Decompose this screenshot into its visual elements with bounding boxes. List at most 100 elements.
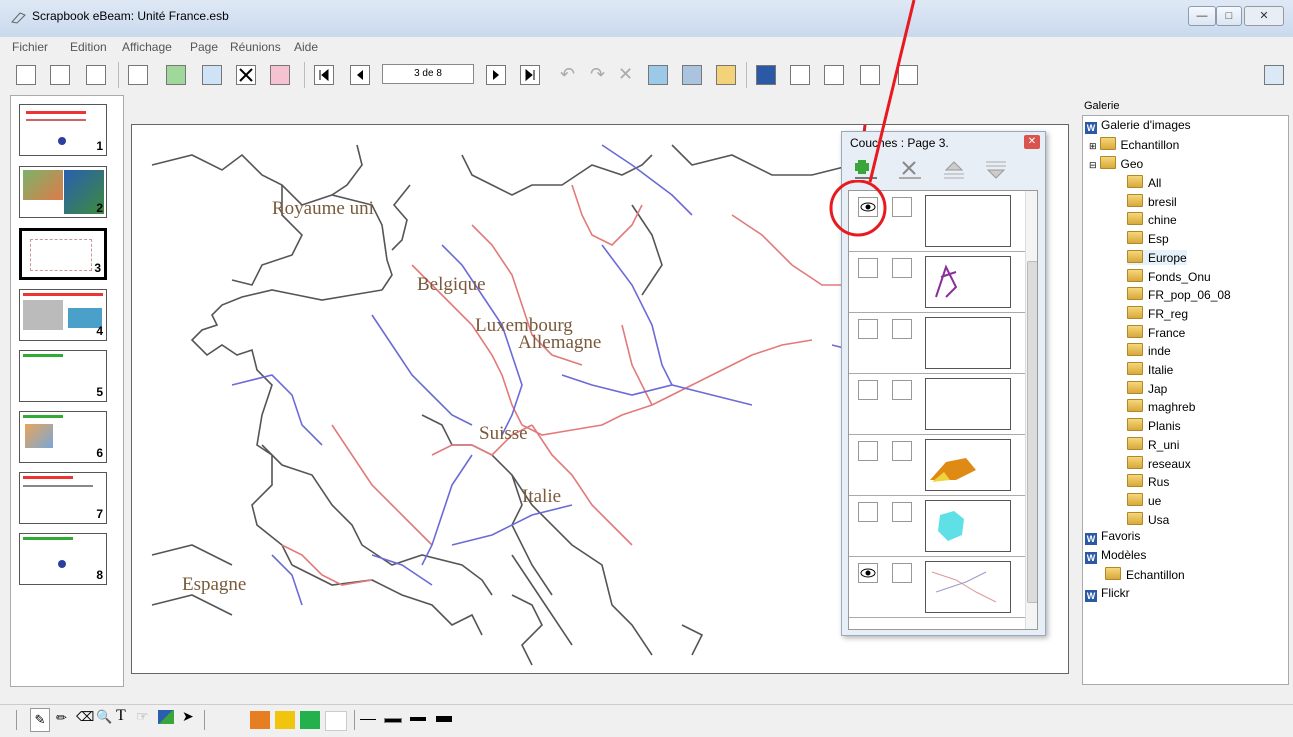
single-page-view-icon[interactable] <box>86 65 106 85</box>
highlighter-tool-icon[interactable]: ✏ <box>56 710 67 726</box>
layer-row[interactable] <box>849 496 1025 557</box>
tree-item-geo-folder[interactable]: Esp <box>1127 231 1169 246</box>
menu-edition[interactable]: Edition <box>70 40 107 54</box>
layers-close-button[interactable]: ✕ <box>1024 135 1040 149</box>
panel-toggle-icon[interactable] <box>1264 65 1284 85</box>
tree-item-geo-folder[interactable]: Usa <box>1127 511 1169 527</box>
last-page-icon[interactable] <box>520 65 540 85</box>
color-swatch[interactable] <box>275 711 295 729</box>
tree-item-geo-folder[interactable]: Italie <box>1127 362 1173 377</box>
page-thumbnail[interactable]: 8 <box>19 533 107 585</box>
layer-row[interactable] <box>849 435 1025 496</box>
line-thick-icon[interactable] <box>410 717 426 721</box>
menu-fichier[interactable]: Fichier <box>12 40 48 54</box>
menu-affichage[interactable]: Affichage <box>122 40 172 54</box>
menu-reunions[interactable]: Réunions <box>230 40 281 54</box>
gallery-root-item[interactable]: W Galerie d'images <box>1085 118 1191 134</box>
layer-lock-toggle[interactable] <box>892 258 912 278</box>
layer-visibility-toggle[interactable] <box>858 319 878 339</box>
close-button[interactable]: ✕ <box>1244 6 1284 26</box>
layer-lock-toggle[interactable] <box>892 197 912 217</box>
undo-icon[interactable]: ↶ <box>560 65 580 85</box>
tree-item-geo-folder[interactable]: All <box>1127 175 1161 190</box>
tree-item-geo-folder[interactable]: R_uni <box>1127 436 1179 452</box>
grid-view-icon[interactable] <box>50 65 70 85</box>
tree-item-modeles[interactable]: W Modèles <box>1085 548 1146 564</box>
shape-tool-icon[interactable] <box>158 710 174 724</box>
tree-item-favoris[interactable]: W Favoris <box>1085 529 1140 545</box>
tree-item-geo-folder[interactable]: Jap <box>1127 380 1167 396</box>
delete-page-icon[interactable] <box>236 65 256 85</box>
tree-item-flickr[interactable]: W Flickr <box>1085 586 1130 602</box>
color-swatch[interactable] <box>250 711 270 729</box>
tree-item-geo-folder[interactable]: Rus <box>1127 474 1169 489</box>
layer-row[interactable] <box>849 374 1025 435</box>
page-thumbnail[interactable]: 4 <box>19 289 107 341</box>
tree-item-geo-folder[interactable]: bresil <box>1127 193 1177 209</box>
layers-scrollbar-thumb[interactable] <box>1027 261 1037 603</box>
line-thickest-icon[interactable] <box>436 716 452 722</box>
tree-item-geo-folder[interactable]: Planis <box>1127 418 1181 433</box>
pointer-tool-icon[interactable]: ➤ <box>182 708 194 725</box>
tree-item-geo-folder[interactable]: chine <box>1127 212 1177 227</box>
meeting-icon[interactable] <box>648 65 668 85</box>
menu-page[interactable]: Page <box>190 40 218 54</box>
participants-icon[interactable] <box>682 65 702 85</box>
tree-item-geo-folder[interactable]: France <box>1127 324 1185 340</box>
eraser-tool-icon[interactable]: ⌫ <box>76 709 94 725</box>
tree-item-geo-folder[interactable]: ue <box>1127 492 1161 508</box>
pen-tool-icon[interactable]: ✎ <box>30 708 50 732</box>
page-thumbnail-selected[interactable]: 3 <box>19 228 107 280</box>
add-page-icon[interactable] <box>166 65 186 85</box>
page-thumbnail[interactable]: 1 <box>19 104 107 156</box>
layer-visibility-toggle[interactable] <box>858 258 878 278</box>
capture-area-icon[interactable] <box>790 65 810 85</box>
layer-lock-toggle[interactable] <box>892 319 912 339</box>
tree-item-geo-folder[interactable]: FR_pop_06_08 <box>1127 287 1231 302</box>
line-thin-icon[interactable] <box>360 719 376 720</box>
tree-item-geo-folder[interactable]: FR_reg <box>1127 305 1188 321</box>
hand-tool-icon[interactable]: ☞ <box>136 708 149 725</box>
page-thumbnail[interactable]: 7 <box>19 472 107 524</box>
tree-item-geo-folder[interactable]: Europe <box>1127 249 1187 265</box>
tree-item-geo[interactable]: ⊟ Geo <box>1089 156 1143 171</box>
layer-lock-toggle[interactable] <box>892 441 912 461</box>
move-layer-up-icon[interactable] <box>941 158 967 182</box>
layer-row[interactable] <box>849 252 1025 313</box>
first-page-icon[interactable] <box>314 65 334 85</box>
gallery-toggle-icon[interactable] <box>756 65 776 85</box>
layer-visibility-toggle[interactable] <box>858 441 878 461</box>
text-tool-icon[interactable]: T <box>116 707 126 725</box>
clear-icon[interactable]: ✕ <box>618 65 638 85</box>
zoom-tool-icon[interactable]: 🔍 <box>96 709 112 725</box>
layer-visibility-toggle[interactable] <box>858 380 878 400</box>
layer-lock-toggle[interactable] <box>892 563 912 583</box>
tree-item-geo-folder[interactable]: inde <box>1127 343 1171 358</box>
move-layer-down-icon[interactable] <box>983 158 1009 182</box>
layer-lock-toggle[interactable] <box>892 502 912 522</box>
layer-row[interactable] <box>849 313 1025 374</box>
minimize-button[interactable]: — <box>1188 6 1216 26</box>
redo-icon[interactable]: ↷ <box>590 65 610 85</box>
layer-lock-toggle[interactable] <box>892 380 912 400</box>
page-thumbnail[interactable]: 5 <box>19 350 107 402</box>
color-swatch[interactable] <box>300 711 320 729</box>
notes-icon[interactable] <box>716 65 736 85</box>
next-page-icon[interactable] <box>486 65 506 85</box>
tree-item-echantillon[interactable]: ⊞ Echantillon <box>1089 137 1179 152</box>
thumbnail-view-icon[interactable] <box>16 65 36 85</box>
layer-row[interactable] <box>849 557 1025 618</box>
layer-visibility-toggle[interactable] <box>858 502 878 522</box>
page-format-icon[interactable] <box>128 65 148 85</box>
tree-item-geo-folder[interactable]: maghreb <box>1127 399 1195 414</box>
layers-scrollbar[interactable] <box>1025 191 1037 629</box>
maximize-button[interactable]: □ <box>1216 6 1242 26</box>
color-swatch[interactable] <box>325 711 347 731</box>
line-medium-icon[interactable] <box>384 718 402 723</box>
layer-visibility-toggle[interactable] <box>858 563 878 583</box>
tree-item-geo-folder[interactable]: reseaux <box>1127 455 1191 471</box>
screenshot-icon[interactable] <box>824 65 844 85</box>
eraser-page-icon[interactable] <box>270 65 290 85</box>
duplicate-page-icon[interactable] <box>202 65 222 85</box>
page-thumbnail[interactable]: 2 <box>19 166 107 218</box>
